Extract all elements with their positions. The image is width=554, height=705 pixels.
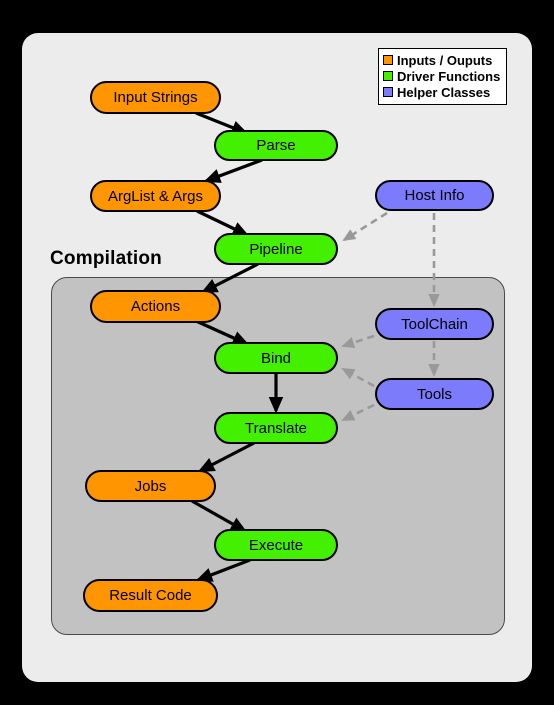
node-result-code[interactable]: Result Code [83, 579, 218, 612]
edge-parse-to-arglist [203, 158, 263, 183]
node-pipeline[interactable]: Pipeline [214, 233, 338, 265]
legend-item-1: Driver Functions [383, 68, 500, 84]
node-label: Pipeline [249, 240, 303, 258]
node-actions[interactable]: Actions [90, 290, 221, 323]
node-host-info[interactable]: Host Info [375, 180, 494, 211]
node-label: Execute [248, 536, 304, 554]
node-toolchain[interactable]: ToolChain [375, 308, 494, 340]
node-label: Translate [245, 419, 307, 437]
node-jobs[interactable]: Jobs [85, 470, 216, 502]
edge-execute-to-result-code [195, 558, 251, 582]
edge-host-info-to-pipeline [342, 211, 388, 242]
edge-arglist-to-pipeline [196, 209, 250, 237]
node-bind[interactable]: Bind [214, 342, 338, 374]
edge-pipeline-to-actions [200, 262, 259, 294]
legend-swatch-helper [383, 87, 393, 97]
node-label: Bind [260, 349, 292, 367]
node-input-strings[interactable]: Input Strings [90, 81, 221, 114]
node-label: Result Code [109, 587, 192, 604]
legend-swatch-driver [383, 71, 393, 81]
node-label: Parse [256, 137, 296, 154]
node-label: ArgList & Args [107, 187, 204, 205]
legend-item-0: Inputs / Ouputs [383, 52, 500, 68]
node-label: ToolChain [401, 315, 468, 333]
edge-actions-to-bind [195, 319, 250, 346]
node-label: Input Strings [113, 89, 198, 106]
edge-toolchain-to-bind [341, 334, 375, 349]
edge-translate-to-jobs [197, 441, 255, 473]
node-label: Tools [416, 385, 453, 403]
node-arglist-args[interactable]: ArgList & Args [90, 180, 221, 212]
legend-swatch-io [383, 55, 393, 65]
node-label: Host Info [404, 187, 465, 204]
diagram-canvas: Compilation Input Strings Parse ArgList … [0, 0, 554, 705]
legend-item-2: Helper Classes [383, 84, 500, 100]
node-tools[interactable]: Tools [375, 378, 494, 410]
edge-tools-to-bind [341, 367, 375, 388]
node-parse[interactable]: Parse [214, 130, 338, 161]
legend-item-label: Driver Functions [397, 68, 501, 84]
node-translate[interactable]: Translate [214, 412, 338, 444]
node-label: Jobs [134, 477, 167, 495]
edge-jobs-to-execute [191, 499, 248, 533]
edge-tools-to-translate [341, 403, 375, 422]
node-execute[interactable]: Execute [214, 529, 338, 561]
legend-box: Inputs / Ouputs Driver Functions Helper Cl… [378, 48, 508, 105]
legend-item-label: Helper Classes [397, 84, 491, 100]
node-label: Actions [130, 298, 181, 315]
legend-item-label: Inputs / Ouputs [397, 52, 493, 68]
